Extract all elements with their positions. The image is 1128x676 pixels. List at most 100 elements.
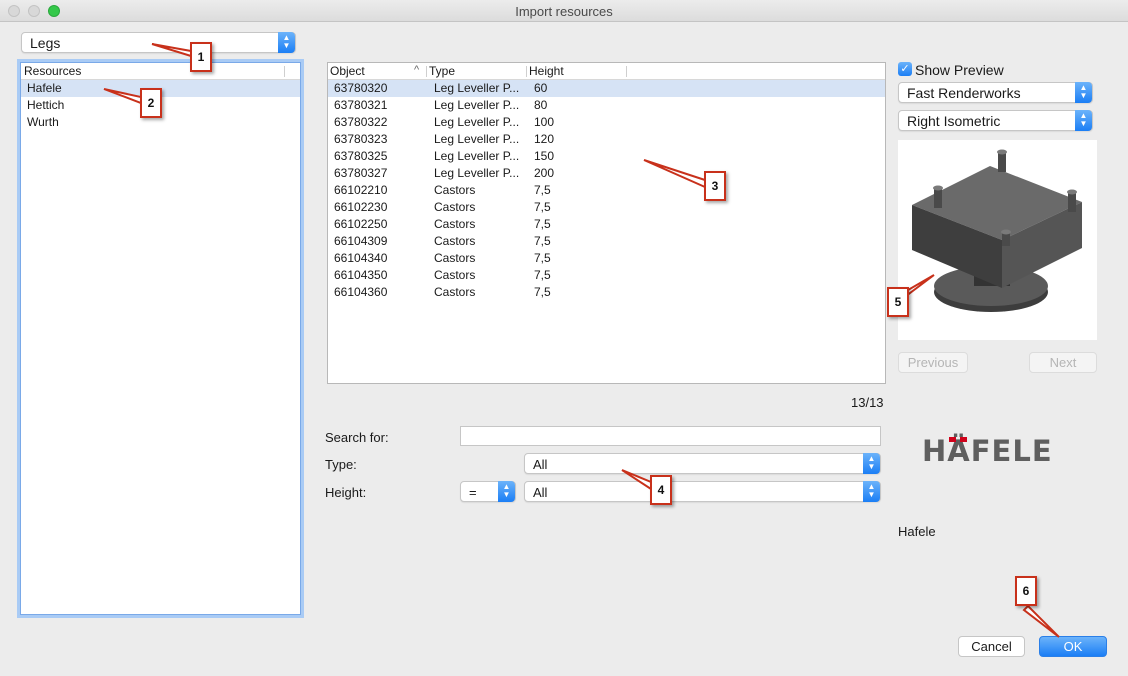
cancel-button[interactable]: Cancel bbox=[958, 636, 1025, 657]
table-row[interactable]: 63780325 Leg Leveller P... 150 bbox=[328, 148, 885, 165]
type-popup[interactable]: All ▲ ▼ bbox=[524, 453, 881, 474]
type-popup-value: All bbox=[533, 457, 548, 472]
object-cell: 66102210 bbox=[334, 183, 388, 197]
height-popup-value: All bbox=[533, 485, 548, 500]
view-value: Right Isometric bbox=[907, 113, 1001, 129]
height-cell: 7,5 bbox=[534, 200, 551, 214]
table-row[interactable]: 66104360 Castors 7,5 bbox=[328, 284, 885, 301]
object-cell: 63780321 bbox=[334, 98, 388, 112]
resource-item-label: Hettich bbox=[27, 98, 65, 112]
height-cell: 7,5 bbox=[534, 285, 551, 299]
height-cell: 7,5 bbox=[534, 217, 551, 231]
object-cell: 66102250 bbox=[334, 217, 388, 231]
type-cell: Castors bbox=[434, 217, 476, 231]
show-preview-checkbox[interactable]: ✓ bbox=[898, 62, 912, 76]
show-preview-label: Show Preview bbox=[915, 62, 1004, 78]
view-popup[interactable]: Right Isometric ▲ ▼ bbox=[898, 110, 1093, 131]
height-operator-value: = bbox=[469, 485, 477, 500]
callout-3: 3 bbox=[704, 171, 726, 201]
height-operator-popup[interactable]: = ▲ ▼ bbox=[460, 481, 516, 502]
preview-image bbox=[898, 140, 1097, 340]
popup-arrows-icon: ▲ ▼ bbox=[498, 481, 515, 502]
height-cell: 80 bbox=[534, 98, 548, 112]
import-resources-window: Import resources Legs ▲ ▼ Resources Hafel… bbox=[0, 0, 1128, 676]
height-cell: 150 bbox=[534, 149, 555, 163]
popup-arrows-icon: ▲ ▼ bbox=[1075, 110, 1092, 131]
table-row[interactable]: 63780327 Leg Leveller P... 200 bbox=[328, 165, 885, 182]
popup-arrows-icon: ▲ ▼ bbox=[863, 453, 880, 474]
table-row[interactable]: 66104340 Castors 7,5 bbox=[328, 250, 885, 267]
resource-item-label: Hafele bbox=[27, 81, 62, 95]
column-header-height[interactable]: Height bbox=[529, 64, 564, 78]
height-cell: 7,5 bbox=[534, 251, 551, 265]
type-cell: Leg Leveller P... bbox=[434, 149, 520, 163]
leg-leveller-preview-icon bbox=[912, 149, 1082, 312]
height-popup[interactable]: All ▲ ▼ bbox=[524, 481, 881, 502]
category-popup-value: Legs bbox=[30, 35, 61, 51]
brand-name: Hafele bbox=[898, 524, 936, 539]
popup-arrows-icon: ▲ ▼ bbox=[278, 32, 295, 53]
results-count: 13/13 bbox=[851, 395, 884, 410]
object-cell: 63780322 bbox=[334, 115, 388, 129]
resources-column-header[interactable]: Resources bbox=[24, 64, 81, 78]
callout-4: 4 bbox=[650, 475, 672, 505]
table-row[interactable]: 66104350 Castors 7,5 bbox=[328, 267, 885, 284]
type-cell: Castors bbox=[434, 251, 476, 265]
resources-list-header: Resources bbox=[21, 63, 300, 80]
type-cell: Leg Leveller P... bbox=[434, 166, 520, 180]
previous-button[interactable]: Previous bbox=[898, 352, 968, 373]
type-cell: Castors bbox=[434, 183, 476, 197]
objects-table-header: Object ^ Type Height bbox=[328, 63, 885, 80]
next-button[interactable]: Next bbox=[1029, 352, 1097, 373]
table-row[interactable]: 66104309 Castors 7,5 bbox=[328, 233, 885, 250]
callout-5: 5 bbox=[887, 287, 909, 317]
height-cell: 7,5 bbox=[534, 268, 551, 282]
category-popup[interactable]: Legs ▲ ▼ bbox=[21, 32, 296, 53]
resources-list[interactable]: Resources Hafele Hettich Wurth bbox=[20, 62, 301, 615]
type-cell: Leg Leveller P... bbox=[434, 132, 520, 146]
type-cell: Leg Leveller P... bbox=[434, 115, 520, 129]
table-row[interactable]: 66102250 Castors 7,5 bbox=[328, 216, 885, 233]
type-cell: Castors bbox=[434, 234, 476, 248]
height-cell: 60 bbox=[534, 81, 548, 95]
object-cell: 63780325 bbox=[334, 149, 388, 163]
table-row[interactable]: 63780322 Leg Leveller P... 100 bbox=[328, 114, 885, 131]
table-row[interactable]: 66102210 Castors 7,5 bbox=[328, 182, 885, 199]
height-cell: 200 bbox=[534, 166, 555, 180]
column-header-object[interactable]: Object bbox=[330, 64, 365, 78]
objects-table[interactable]: Object ^ Type Height 63780320 Leg Levelle… bbox=[327, 62, 886, 384]
object-cell: 66102230 bbox=[334, 200, 388, 214]
callout-arrow-6 bbox=[1022, 604, 1060, 638]
object-cell: 66104309 bbox=[334, 234, 388, 248]
object-cell: 66104360 bbox=[334, 285, 388, 299]
render-mode-value: Fast Renderworks bbox=[907, 85, 1021, 101]
table-row[interactable]: 66102230 Castors 7,5 bbox=[328, 199, 885, 216]
window-title: Import resources bbox=[515, 4, 613, 19]
title-bar: Import resources bbox=[0, 0, 1128, 22]
search-label: Search for: bbox=[325, 430, 389, 445]
ok-button[interactable]: OK bbox=[1039, 636, 1107, 657]
resource-item-label: Wurth bbox=[27, 115, 59, 129]
popup-arrows-icon: ▲ ▼ bbox=[1075, 82, 1092, 103]
popup-arrows-icon: ▲ ▼ bbox=[863, 481, 880, 502]
height-cell: 120 bbox=[534, 132, 555, 146]
table-row[interactable]: 63780321 Leg Leveller P... 80 bbox=[328, 97, 885, 114]
table-row[interactable]: 63780323 Leg Leveller P... 120 bbox=[328, 131, 885, 148]
sort-ascending-icon[interactable]: ^ bbox=[414, 64, 419, 76]
object-cell: 66104350 bbox=[334, 268, 388, 282]
object-cell: 63780327 bbox=[334, 166, 388, 180]
type-cell: Leg Leveller P... bbox=[434, 81, 520, 95]
logo-umlaut-dot-icon bbox=[949, 437, 956, 442]
height-label: Height: bbox=[325, 485, 367, 500]
column-header-type[interactable]: Type bbox=[429, 64, 455, 78]
object-cell: 63780320 bbox=[334, 81, 388, 95]
search-input[interactable] bbox=[460, 426, 881, 446]
height-cell: 7,5 bbox=[534, 234, 551, 248]
type-cell: Castors bbox=[434, 268, 476, 282]
table-row[interactable]: 63780320 Leg Leveller P... 60 bbox=[328, 80, 885, 97]
logo-umlaut-dot-icon bbox=[960, 437, 967, 442]
type-cell: Castors bbox=[434, 200, 476, 214]
render-mode-popup[interactable]: Fast Renderworks ▲ ▼ bbox=[898, 82, 1093, 103]
type-cell: Castors bbox=[434, 285, 476, 299]
object-cell: 66104340 bbox=[334, 251, 388, 265]
